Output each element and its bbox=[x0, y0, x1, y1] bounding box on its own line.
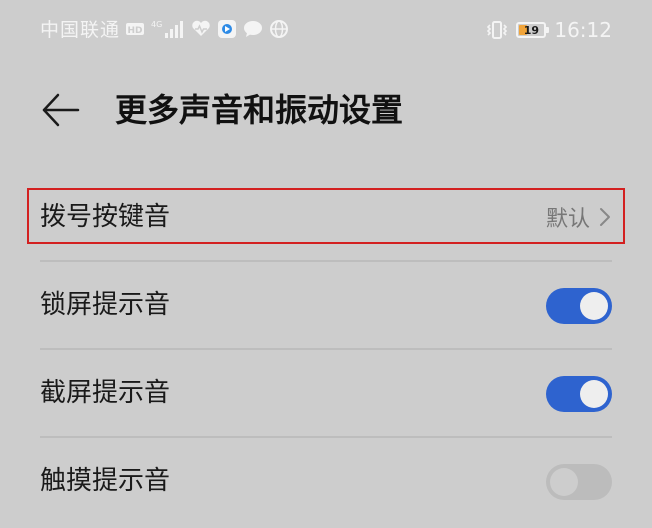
lockscreen-sound-toggle[interactable] bbox=[546, 288, 612, 324]
setting-row-screenshot-sound[interactable]: 截屏提示音 bbox=[40, 349, 612, 437]
battery-icon: 19 bbox=[516, 22, 550, 38]
globe-icon bbox=[269, 19, 289, 39]
4g-signal-icon: 4G bbox=[151, 19, 185, 39]
chat-icon bbox=[243, 20, 263, 38]
setting-label: 触摸提示音 bbox=[40, 466, 171, 496]
page-header: 更多声音和振动设置 bbox=[0, 80, 652, 140]
network-type-label: 4G bbox=[151, 20, 162, 29]
toggle-knob bbox=[550, 468, 578, 496]
clock: 16:12 bbox=[554, 18, 612, 42]
toggle-knob bbox=[580, 292, 608, 320]
back-arrow-icon[interactable] bbox=[38, 88, 82, 132]
status-right: 19 16:12 bbox=[486, 18, 612, 42]
status-bar: 中国联通 HD 4G 19 16:12 bbox=[0, 0, 652, 60]
chevron-right-icon bbox=[600, 208, 610, 226]
battery-level: 19 bbox=[523, 23, 540, 37]
setting-row-touch-sound[interactable]: 触摸提示音 bbox=[40, 437, 612, 525]
setting-value[interactable]: 默认 bbox=[546, 173, 612, 261]
carrier-name: 中国联通 bbox=[40, 19, 121, 41]
status-icons: HD 4G bbox=[125, 19, 289, 39]
screenshot-sound-toggle[interactable] bbox=[546, 376, 612, 412]
touch-sound-toggle[interactable] bbox=[546, 464, 612, 500]
health-icon bbox=[191, 20, 211, 38]
vibrate-icon bbox=[486, 20, 508, 40]
back-button[interactable] bbox=[38, 88, 82, 132]
toggle-knob bbox=[580, 380, 608, 408]
page-title: 更多声音和振动设置 bbox=[115, 91, 404, 129]
setting-row-dial-tone[interactable]: 拨号按键音 默认 bbox=[40, 173, 612, 261]
setting-label: 拨号按键音 bbox=[40, 202, 171, 232]
svg-text:HD: HD bbox=[127, 26, 142, 36]
hd-icon: HD bbox=[125, 21, 145, 37]
dial-tone-value: 默认 bbox=[545, 207, 590, 232]
setting-label: 截屏提示音 bbox=[40, 378, 171, 408]
setting-row-lockscreen-sound[interactable]: 锁屏提示音 bbox=[40, 261, 612, 349]
app-icon bbox=[217, 19, 237, 39]
setting-label: 锁屏提示音 bbox=[40, 290, 171, 320]
